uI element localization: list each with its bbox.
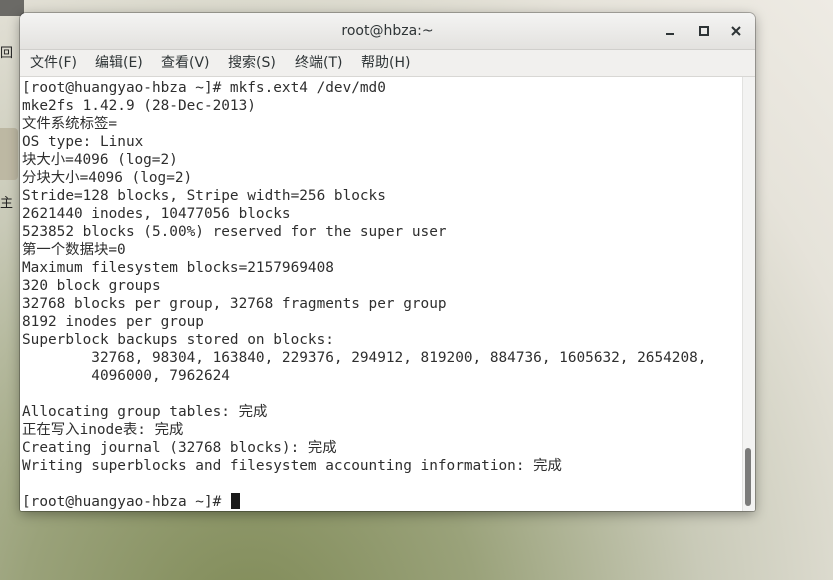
maximize-button[interactable]: [694, 21, 714, 41]
close-icon: [731, 26, 741, 36]
terminal-line: 第一个数据块=0: [22, 242, 126, 258]
terminal-line: Creating journal (32768 blocks): 完成: [22, 440, 337, 456]
desktop-icon[interactable]: [0, 128, 18, 180]
menu-file[interactable]: 文件(F): [28, 50, 79, 76]
terminal-line: 32768 blocks per group, 32768 fragments …: [22, 296, 447, 312]
scrollbar-thumb[interactable]: [745, 448, 751, 506]
terminal-window: root@hbza:~ 文件(F) 编辑(E) 查看(V) 搜索(S) 终端(T…: [20, 13, 755, 511]
menu-edit[interactable]: 编辑(E): [93, 50, 145, 76]
terminal-line: 正在写入inode表: 完成: [22, 422, 184, 438]
maximize-icon: [699, 26, 709, 36]
desktop-icon-label: 回: [0, 46, 14, 61]
terminal-line: 分块大小=4096 (log=2): [22, 170, 193, 186]
terminal-line: 2621440 inodes, 10477056 blocks: [22, 206, 291, 222]
menu-search[interactable]: 搜索(S): [226, 50, 278, 76]
terminal-line: 320 block groups: [22, 278, 161, 294]
terminal-line: 文件系统标签=: [22, 116, 118, 132]
terminal-line: Maximum filesystem blocks=2157969408: [22, 260, 334, 276]
menu-view[interactable]: 查看(V): [159, 50, 212, 76]
terminal-line: Writing superblocks and filesystem accou…: [22, 458, 562, 474]
menu-bar: 文件(F) 编辑(E) 查看(V) 搜索(S) 终端(T) 帮助(H): [20, 50, 755, 77]
terminal-line: 块大小=4096 (log=2): [22, 152, 178, 168]
desktop-icon-label: 主: [0, 196, 14, 211]
terminal-prompt-line: [root@huangyao-hbza ~]#: [22, 493, 706, 511]
terminal-prompt: [root@huangyao-hbza ~]#: [22, 494, 230, 510]
menu-terminal[interactable]: 终端(T): [293, 50, 344, 76]
terminal-line: Stride=128 blocks, Stripe width=256 bloc…: [22, 188, 386, 204]
scrollbar-track[interactable]: [742, 77, 755, 511]
terminal-output[interactable]: [root@huangyao-hbza ~]# mkfs.ext4 /dev/m…: [20, 77, 742, 511]
terminal-lines: [root@huangyao-hbza ~]# mkfs.ext4 /dev/m…: [22, 79, 706, 511]
terminal-line: Allocating group tables: 完成: [22, 404, 268, 420]
close-button[interactable]: [726, 21, 746, 41]
terminal-line: OS type: Linux: [22, 134, 144, 150]
window-title: root@hbza:~: [341, 23, 434, 39]
terminal-line: Superblock backups stored on blocks:: [22, 332, 334, 348]
terminal-line: 8192 inodes per group: [22, 314, 204, 330]
terminal-line: [root@huangyao-hbza ~]# mkfs.ext4 /dev/m…: [22, 80, 386, 96]
terminal-line: mke2fs 1.42.9 (28-Dec-2013): [22, 98, 256, 114]
title-bar[interactable]: root@hbza:~: [20, 13, 755, 50]
text-cursor: [230, 493, 240, 509]
terminal-line: 523852 blocks (5.00%) reserved for the s…: [22, 224, 447, 240]
minimize-button[interactable]: [660, 21, 680, 41]
menu-help[interactable]: 帮助(H): [359, 50, 412, 76]
terminal-line: 32768, 98304, 163840, 229376, 294912, 81…: [22, 350, 707, 366]
terminal-line: 4096000, 7962624: [22, 368, 230, 384]
minimize-icon: [666, 33, 674, 35]
